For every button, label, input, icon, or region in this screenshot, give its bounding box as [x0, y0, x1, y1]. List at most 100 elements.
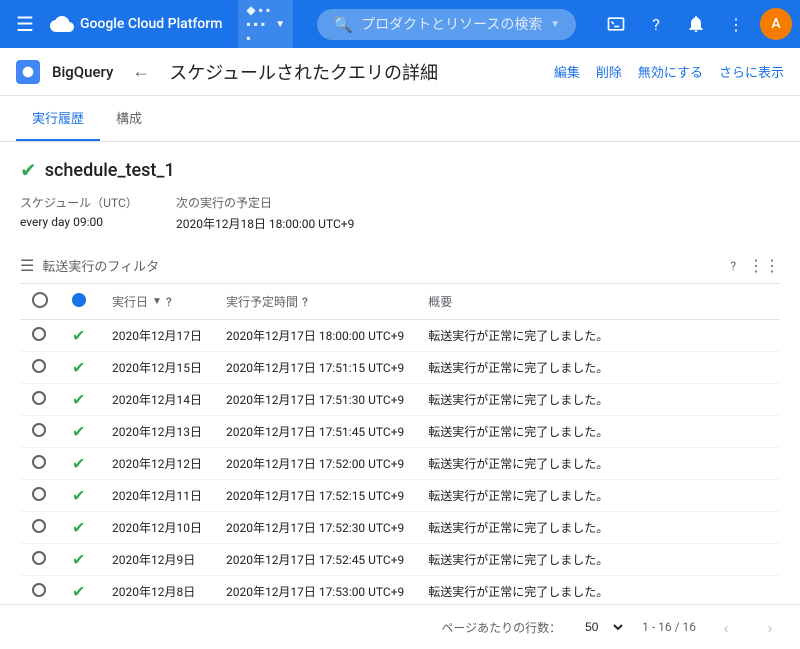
row-date-cell: 2020年12月10日 [100, 512, 214, 544]
row-radio-button[interactable] [32, 519, 46, 533]
row-status-icon: ✔ [72, 358, 85, 377]
row-radio-button[interactable] [32, 487, 46, 501]
row-status-cell: ✔ [60, 544, 100, 576]
table-row[interactable]: ✔ 2020年12月15日 2020年12月17日 17:51:15 UTC+9… [20, 352, 780, 384]
row-radio-cell[interactable] [20, 416, 60, 448]
hamburger-menu-icon[interactable]: ☰ [8, 8, 42, 40]
row-status-cell: ✔ [60, 384, 100, 416]
app-title: Google Cloud Platform [80, 16, 222, 32]
table-row[interactable]: ✔ 2020年12月14日 2020年12月17日 17:51:30 UTC+9… [20, 384, 780, 416]
page-title: スケジュールされたクエリの詳細 [169, 59, 542, 85]
bigquery-label: BigQuery [52, 63, 113, 81]
search-icon: 🔍 [333, 15, 353, 34]
row-time-cell: 2020年12月17日 18:00:00 UTC+9 [214, 320, 416, 352]
search-dropdown-icon: ▼ [550, 19, 560, 30]
scheduled-time-help-icon[interactable]: ? [302, 295, 308, 309]
row-desc-cell: 転送実行が正常に完了しました。 [416, 544, 780, 576]
row-radio-button[interactable] [32, 359, 46, 373]
run-date-help-icon[interactable]: ? [166, 295, 172, 309]
top-navigation: ☰ Google Cloud Platform ◆ ▪ ▪ ▪ ▪ ▪ ▪ ▼ … [0, 0, 800, 48]
row-date-cell: 2020年12月13日 [100, 416, 214, 448]
row-time-cell: 2020年12月17日 17:51:15 UTC+9 [214, 352, 416, 384]
row-desc-cell: 転送実行が正常に完了しました。 [416, 448, 780, 480]
more-button[interactable]: さらに表示 [719, 62, 784, 81]
row-radio-button[interactable] [32, 551, 46, 565]
project-dropdown-icon: ▼ [275, 19, 285, 30]
row-radio-button[interactable] [32, 455, 46, 469]
table-row[interactable]: ✔ 2020年12月12日 2020年12月17日 17:52:00 UTC+9… [20, 448, 780, 480]
row-date-cell: 2020年12月11日 [100, 480, 214, 512]
tabs-bar: 実行履歴 構成 [0, 96, 800, 142]
main-content: ✔ schedule_test_1 スケジュール（UTC） 次の実行の予定日 e… [0, 142, 800, 604]
row-radio-cell[interactable] [20, 544, 60, 576]
filter-right-icons: ? ⋮⋮ [730, 256, 780, 275]
row-radio-button[interactable] [32, 423, 46, 437]
delete-button[interactable]: 削除 [596, 62, 622, 81]
help-icon[interactable]: ? [640, 8, 672, 40]
row-date-cell: 2020年12月12日 [100, 448, 214, 480]
table-row[interactable]: ✔ 2020年12月11日 2020年12月17日 17:52:15 UTC+9… [20, 480, 780, 512]
meta-value-schedule: every day 09:00 [20, 215, 160, 232]
row-radio-button[interactable] [32, 391, 46, 405]
disable-button[interactable]: 無効にする [638, 62, 703, 81]
project-name: ◆ ▪ ▪ ▪ ▪ ▪ ▪ [246, 3, 271, 45]
search-bar[interactable]: 🔍 ▼ [317, 9, 576, 40]
row-radio-cell[interactable] [20, 352, 60, 384]
row-radio-cell[interactable] [20, 448, 60, 480]
filter-help-icon[interactable]: ? [730, 259, 736, 273]
runs-table-container: 実行日 ▼ ? 実行予定時間 ? 概要 [20, 284, 780, 604]
user-avatar[interactable]: A [760, 8, 792, 40]
notifications-icon[interactable] [680, 8, 712, 40]
row-time-cell: 2020年12月17日 17:52:15 UTC+9 [214, 480, 416, 512]
table-header-row: 実行日 ▼ ? 実行予定時間 ? 概要 [20, 284, 780, 320]
row-radio-button[interactable] [32, 327, 46, 341]
search-input[interactable] [361, 16, 542, 32]
table-row[interactable]: ✔ 2020年12月10日 2020年12月17日 17:52:30 UTC+9… [20, 512, 780, 544]
row-radio-cell[interactable] [20, 480, 60, 512]
row-date-cell: 2020年12月9日 [100, 544, 214, 576]
row-date-cell: 2020年12月17日 [100, 320, 214, 352]
rows-per-page-select[interactable]: 50 25 100 [577, 617, 626, 637]
filter-bar: ☰ 転送実行のフィルタ ? ⋮⋮ [20, 248, 780, 284]
meta-label-next-run: 次の実行の予定日 [176, 194, 780, 211]
tab-run-history[interactable]: 実行履歴 [16, 96, 100, 141]
nav-action-icons: ? ⋮ A [600, 8, 792, 40]
table-row[interactable]: ✔ 2020年12月17日 2020年12月17日 18:00:00 UTC+9… [20, 320, 780, 352]
row-time-cell: 2020年12月17日 17:52:45 UTC+9 [214, 544, 416, 576]
table-row[interactable]: ✔ 2020年12月13日 2020年12月17日 17:51:45 UTC+9… [20, 416, 780, 448]
filter-columns-icon[interactable]: ⋮⋮ [748, 256, 780, 275]
th-run-date[interactable]: 実行日 ▼ ? [100, 284, 214, 320]
rows-per-page-label: ページあたりの行数： [441, 619, 561, 636]
sort-desc-icon: ▼ [152, 296, 162, 307]
row-desc-cell: 転送実行が正常に完了しました。 [416, 320, 780, 352]
row-radio-button[interactable] [32, 583, 46, 597]
th-select [20, 284, 60, 320]
more-options-icon[interactable]: ⋮ [720, 8, 752, 40]
page-actions: 編集 削除 無効にする さらに表示 [554, 62, 784, 81]
pagination-prev-button[interactable]: ‹ [712, 613, 740, 641]
runs-table: 実行日 ▼ ? 実行予定時間 ? 概要 [20, 284, 780, 604]
row-radio-cell[interactable] [20, 512, 60, 544]
table-row[interactable]: ✔ 2020年12月9日 2020年12月17日 17:52:45 UTC+9 … [20, 544, 780, 576]
row-status-cell: ✔ [60, 448, 100, 480]
row-radio-cell[interactable] [20, 320, 60, 352]
row-status-cell: ✔ [60, 320, 100, 352]
row-desc-cell: 転送実行が正常に完了しました。 [416, 384, 780, 416]
tab-structure[interactable]: 構成 [100, 96, 158, 141]
pagination-next-button[interactable]: › [756, 613, 784, 641]
filter-label: 転送実行のフィルタ [42, 256, 159, 275]
filter-icon: ☰ [20, 256, 34, 275]
back-button[interactable]: ← [125, 56, 157, 88]
cloud-logo-icon [50, 12, 74, 36]
row-status-icon: ✔ [72, 518, 85, 537]
project-selector[interactable]: ◆ ▪ ▪ ▪ ▪ ▪ ▪ ▼ [238, 0, 293, 49]
th-scheduled-time[interactable]: 実行予定時間 ? [214, 284, 416, 320]
cloud-shell-icon[interactable] [600, 8, 632, 40]
bigquery-logo-icon [16, 60, 40, 84]
schedule-meta: スケジュール（UTC） 次の実行の予定日 every day 09:00 202… [20, 194, 780, 232]
row-status-icon: ✔ [72, 550, 85, 569]
row-status-icon: ✔ [72, 486, 85, 505]
row-status-cell: ✔ [60, 416, 100, 448]
row-radio-cell[interactable] [20, 384, 60, 416]
edit-button[interactable]: 編集 [554, 62, 580, 81]
